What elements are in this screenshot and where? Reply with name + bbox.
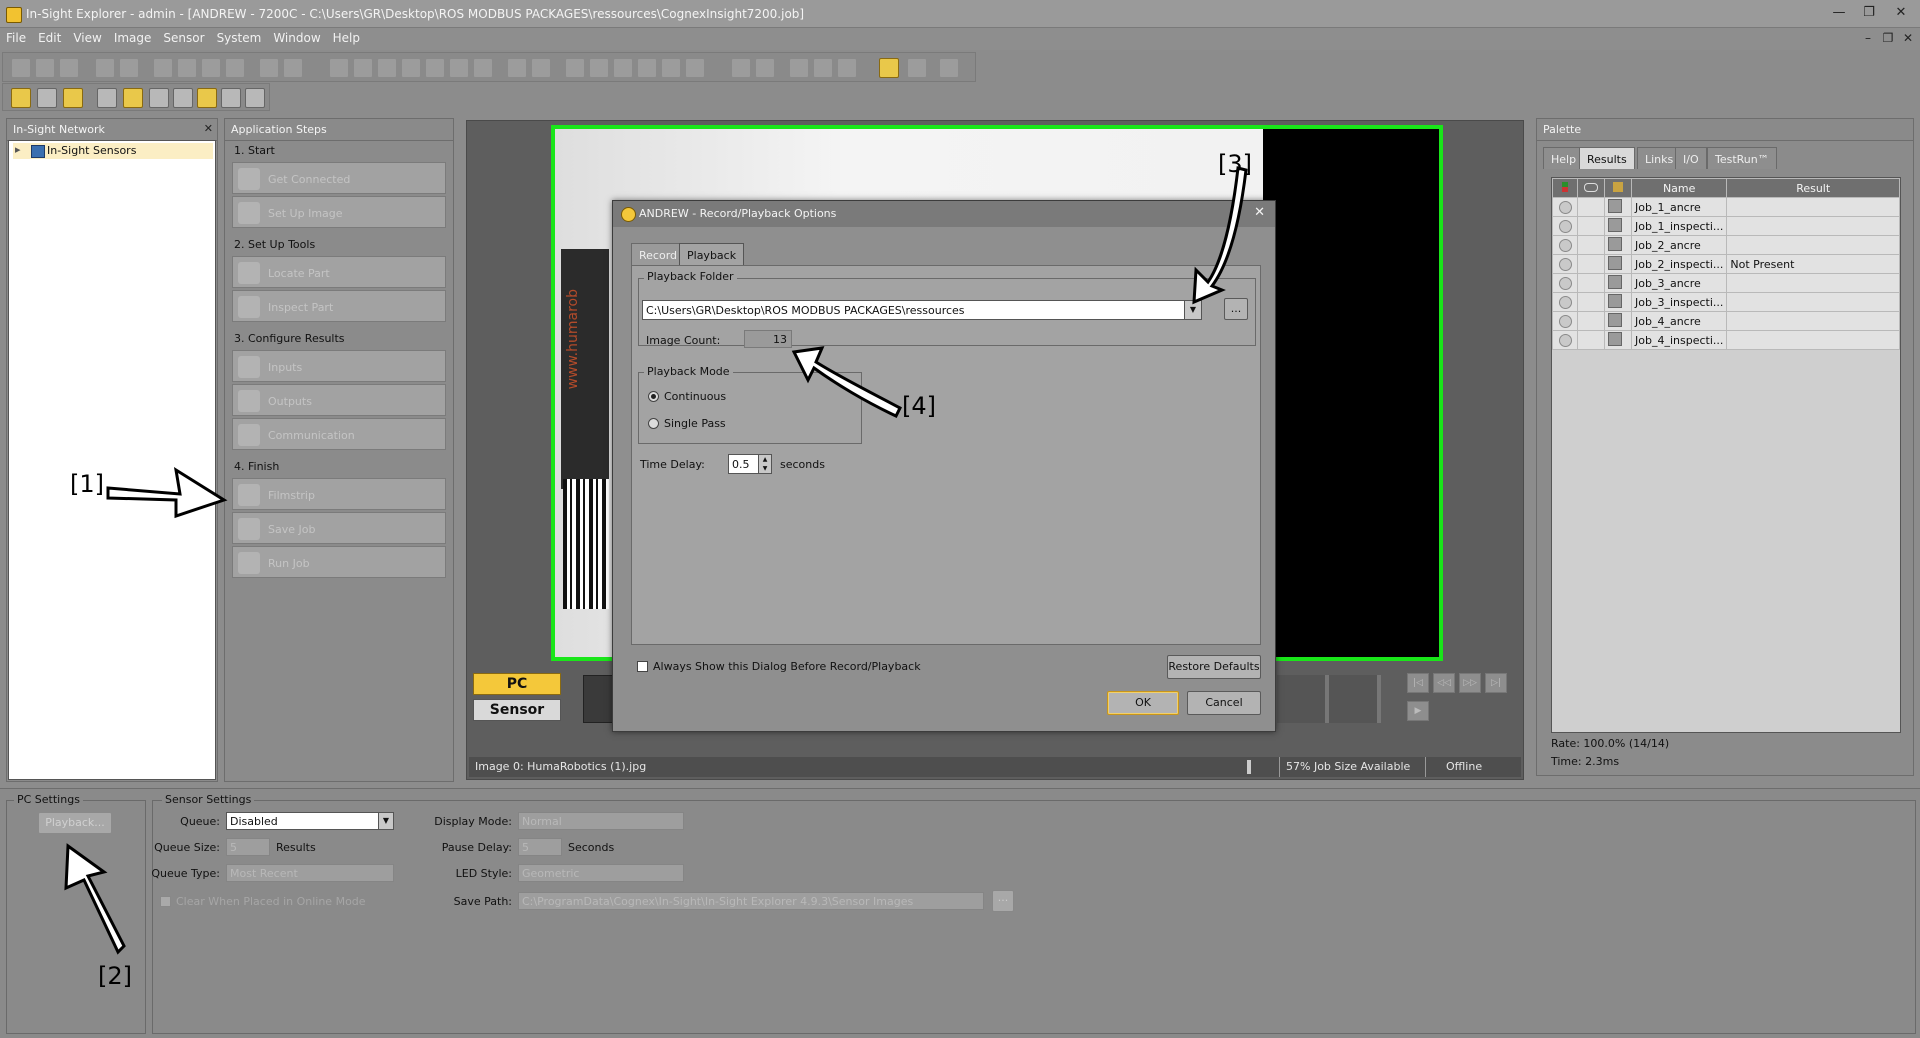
annotation-arrow-icon — [791, 346, 902, 418]
annotation-label-4: [4] — [902, 392, 936, 420]
annotation-label-3: [3] — [1218, 150, 1252, 178]
annotation-overlay — [64, 166, 1248, 955]
annotation-arrow-icon — [1192, 166, 1248, 305]
annotation-arrow-icon — [64, 843, 126, 955]
annotation-label-2: [2] — [98, 962, 132, 990]
annotation-arrow-icon — [106, 466, 228, 519]
annotation-label-1: [1] — [70, 470, 104, 498]
